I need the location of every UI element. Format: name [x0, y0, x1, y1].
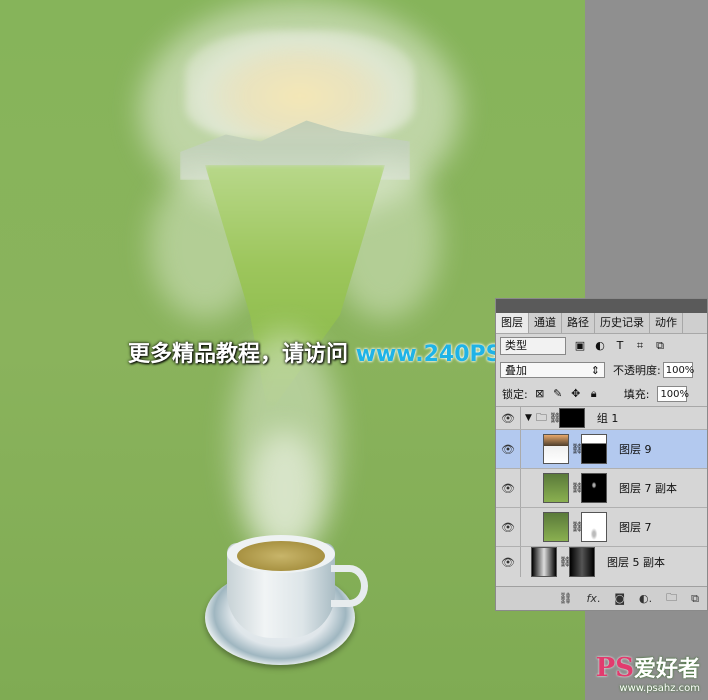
link-icon[interactable]: ⛓	[571, 483, 584, 494]
layer-mask-thumbnail[interactable]	[581, 512, 607, 542]
filter-row: 类型 ▣ ◐ T ⌗ ⧉	[496, 334, 707, 358]
lock-all-icon[interactable]: 🔒︎	[588, 388, 600, 400]
tab-actions[interactable]: 动作	[650, 313, 683, 333]
logo-brand: 爱好者	[633, 656, 700, 682]
layer-mask-thumbnail[interactable]	[581, 434, 607, 464]
layer-row[interactable]: 👁︎ ⛓ 图层 7	[496, 508, 707, 547]
eye-icon[interactable]: 👁︎	[496, 407, 521, 429]
layer-mask-thumbnail[interactable]	[558, 408, 585, 428]
layer-thumbnail[interactable]	[531, 547, 557, 577]
lock-row: 锁定: ⊠ ✎ ✥ 🔒︎ 填充: 100%	[496, 382, 707, 407]
logo-ps: PS	[595, 653, 634, 683]
blend-row: 叠加 ⇕ 不透明度: 100%	[496, 358, 707, 382]
tab-history[interactable]: 历史记录	[595, 313, 650, 333]
new-group-icon[interactable]: 🗀	[666, 589, 677, 608]
smoke-plume	[250, 430, 320, 550]
shape-filter-icon[interactable]: ⌗	[634, 340, 646, 352]
tab-layers[interactable]: 图层	[496, 313, 529, 333]
blend-mode-value: 叠加	[505, 364, 527, 377]
layer-mask-thumbnail[interactable]	[581, 473, 607, 503]
kind-filter-label: 类型	[505, 339, 527, 352]
logo-site: www.psahz.com	[619, 683, 700, 694]
tab-channels[interactable]: 通道	[529, 313, 562, 333]
panel-footer: ⛓ fx. ◙ ◐. 🗀 ⧉	[496, 586, 707, 610]
layer-name: 图层 5 副本	[607, 556, 665, 569]
fill-input[interactable]: 100%	[657, 386, 689, 402]
eye-icon[interactable]: 👁︎	[496, 508, 521, 546]
eye-icon[interactable]: 👁︎	[496, 430, 521, 468]
type-filter-icon[interactable]: T	[614, 340, 626, 352]
layers-panel: 图层 通道 路径 历史记录 动作 类型 ▣ ◐ T ⌗ ⧉ 叠加 ⇕ 不透明度: …	[495, 298, 708, 611]
tea-cup	[205, 535, 368, 670]
link-icon[interactable]: ⛓	[571, 522, 584, 533]
link-icon[interactable]: ⛓	[571, 444, 584, 455]
fill-label: 填充:	[623, 388, 650, 401]
layer-thumbnail[interactable]	[543, 473, 569, 503]
layer-name: 组 1	[596, 412, 619, 425]
eye-icon[interactable]: 👁︎	[496, 469, 521, 507]
lock-position-icon[interactable]: ✥	[570, 388, 582, 400]
image-filter-icon[interactable]: ▣	[574, 340, 586, 352]
tab-paths[interactable]: 路径	[562, 313, 595, 333]
layer-name: 图层 7	[619, 521, 652, 534]
add-mask-icon[interactable]: ◙	[614, 592, 625, 605]
layer-name: 图层 9	[619, 443, 652, 456]
link-icon[interactable]: ⛓	[549, 413, 562, 424]
lock-label: 锁定:	[502, 388, 528, 401]
new-layer-icon[interactable]: ⧉	[691, 592, 699, 606]
adjustment-layer-icon[interactable]: ◐.	[639, 592, 652, 605]
layer-mask-thumbnail[interactable]	[569, 547, 595, 577]
panel-title-bar[interactable]	[496, 299, 707, 313]
adjustment-filter-icon[interactable]: ◐	[594, 340, 606, 352]
opacity-label: 不透明度:	[613, 364, 661, 377]
layer-row[interactable]: 👁︎ ⛓ 图层 5 副本	[496, 547, 707, 577]
layer-row[interactable]: 👁︎ ⛓ 图层 7 副本	[496, 469, 707, 508]
tea-liquid	[237, 541, 325, 571]
site-logo: PS爱好者 www.psahz.com	[596, 651, 700, 694]
cup-handle	[331, 565, 368, 607]
watermark-text: 更多精品教程，请访问	[128, 342, 349, 367]
blend-mode-select[interactable]: 叠加 ⇕	[500, 362, 605, 378]
layer-name: 图层 7 副本	[619, 482, 677, 495]
kind-filter-select[interactable]: 类型	[500, 337, 566, 355]
smart-object-filter-icon[interactable]: ⧉	[654, 340, 666, 352]
layer-thumbnail[interactable]	[543, 512, 569, 542]
lock-pixels-icon[interactable]: ✎	[552, 388, 564, 400]
folder-icon: 🗀	[535, 410, 547, 424]
fx-icon[interactable]: fx.	[586, 592, 600, 605]
panel-tabs: 图层 通道 路径 历史记录 动作	[496, 313, 707, 334]
lock-transparency-icon[interactable]: ⊠	[534, 388, 546, 400]
layer-row[interactable]: 👁︎ ▼ 🗀 ⛓ 组 1	[496, 407, 707, 430]
expand-triangle-icon[interactable]: ▼	[525, 413, 532, 423]
link-layers-icon[interactable]: ⛓	[558, 592, 572, 605]
opacity-input[interactable]: 100%	[662, 362, 694, 378]
layer-thumbnail[interactable]	[543, 434, 569, 464]
eye-icon[interactable]: 👁︎	[496, 547, 521, 577]
link-icon[interactable]: ⛓	[559, 557, 572, 568]
layer-row[interactable]: 👁︎ ⛓ 图层 9	[496, 430, 707, 469]
updown-icon: ⇕	[590, 364, 600, 377]
